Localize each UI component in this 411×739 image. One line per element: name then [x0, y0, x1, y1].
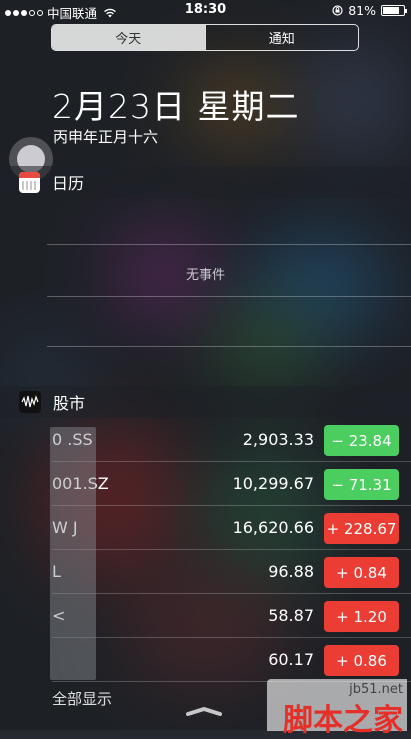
stock-change-badge[interactable]: + 228.67	[324, 513, 399, 544]
stocks-widget-header[interactable]: 股市	[0, 386, 411, 418]
stock-price: 58.87	[268, 606, 314, 625]
site-watermark: jb51.net 脚本之家	[262, 679, 407, 738]
stock-price: 96.88	[268, 562, 314, 581]
calendar-divider	[47, 296, 411, 297]
stock-price: 2,903.33	[242, 430, 314, 449]
calendar-no-events: 无事件	[185, 268, 225, 283]
rotation-lock-icon	[332, 5, 343, 16]
tab-notifications[interactable]: 通知	[204, 25, 359, 50]
dragged-overlay-card	[50, 427, 96, 680]
calendar-divider	[47, 346, 411, 347]
stock-change-badge[interactable]: − 23.84	[324, 425, 399, 456]
stocks-app-icon	[19, 391, 41, 413]
status-bar: 中国联通 18:30 81%	[0, 0, 411, 22]
show-all-button[interactable]: 全部显示	[52, 688, 112, 709]
tab-today[interactable]: 今天	[52, 25, 205, 50]
pull-up-handle-icon[interactable]	[185, 706, 223, 716]
stock-change-badge[interactable]: + 0.86	[324, 645, 399, 676]
stock-change-badge[interactable]: − 71.31	[324, 469, 399, 500]
stock-price: 16,620.66	[232, 518, 314, 537]
watermark-text: 脚本之家	[283, 703, 403, 738]
lunar-date: 丙申年正月十六	[53, 128, 159, 146]
calendar-app-icon	[19, 171, 40, 193]
battery-icon	[381, 5, 407, 16]
calendar-widget-title: 日历	[52, 174, 85, 193]
calendar-divider	[47, 244, 411, 245]
battery-percent: 81%	[348, 3, 376, 18]
stock-change-badge[interactable]: + 0.84	[324, 557, 399, 588]
stock-price: 10,299.67	[232, 474, 314, 493]
stocks-widget-title: 股市	[53, 394, 86, 413]
date-title: 2月23日 星期二	[52, 87, 300, 126]
today-notifications-segmented-control: 今天 通知	[51, 24, 359, 51]
stock-price: 60.17	[268, 650, 314, 669]
calendar-widget-header[interactable]: 日历	[0, 166, 411, 198]
stock-change-badge[interactable]: + 1.20	[324, 601, 399, 632]
